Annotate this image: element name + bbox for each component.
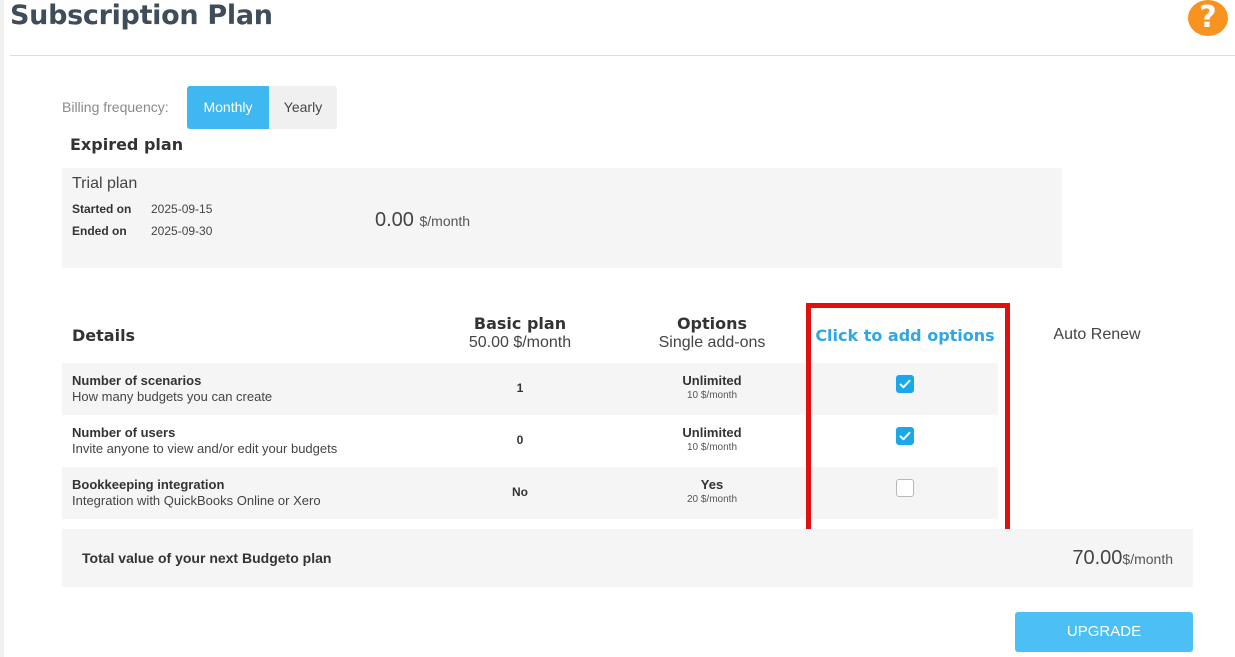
details-column-header: Details (72, 326, 136, 345)
row-basic-value: 1 (516, 381, 524, 395)
started-on-value: 2025-09-15 (151, 202, 213, 216)
row-option: Unlimited 10 $/month (652, 373, 772, 401)
subscription-page: Subscription Plan ? Billing frequency: M… (0, 0, 1235, 657)
billing-yearly-button[interactable]: Yearly (269, 86, 337, 129)
row-description: How many budgets you can create (72, 389, 273, 404)
billing-frequency-label: Billing frequency: (62, 99, 169, 115)
bookkeeping-option-checkbox[interactable] (896, 479, 914, 497)
title-divider (10, 55, 1235, 56)
left-edge-strip (0, 0, 4, 657)
expired-plan-heading: Expired plan (70, 135, 184, 154)
trial-price-unit: $/month (419, 213, 471, 229)
table-row: Number of scenarios How many budgets you… (62, 363, 998, 415)
row-option-value: Unlimited (682, 425, 742, 440)
expired-plan-card: Trial plan Started on 2025-09-15 Ended o… (62, 168, 1062, 268)
trial-plan-price: 0.00 $/month (375, 209, 470, 232)
table-row: Number of users Invite anyone to view an… (62, 415, 998, 467)
checkmark-icon (899, 379, 911, 389)
row-option-price: 10 $/month (686, 442, 738, 453)
trial-price-amount: 0.00 (375, 209, 414, 231)
row-title: Number of users (72, 425, 176, 440)
ended-on-value: 2025-09-30 (151, 224, 213, 238)
trial-plan-name: Trial plan (72, 175, 138, 192)
page-title: Subscription Plan (10, 0, 273, 31)
scenarios-option-checkbox[interactable] (896, 375, 914, 393)
basic-plan-price: 50.00 $/month (468, 334, 572, 351)
table-row: Bookkeeping integration Integration with… (62, 467, 998, 519)
ended-on-label: Ended on (72, 224, 127, 238)
row-title: Bookkeeping integration (72, 477, 225, 492)
row-option: Yes 20 $/month (652, 477, 772, 505)
row-description: Integration with QuickBooks Online or Xe… (72, 493, 321, 508)
row-option-price: 10 $/month (686, 390, 738, 401)
row-option-price: 20 $/month (686, 494, 738, 505)
basic-plan-title: Basic plan (473, 314, 567, 333)
row-title: Number of scenarios (72, 373, 202, 388)
row-basic-value: 0 (516, 433, 524, 447)
click-to-add-options-header[interactable]: Click to add options (812, 326, 998, 345)
row-option: Unlimited 10 $/month (652, 425, 772, 453)
users-option-checkbox[interactable] (896, 427, 914, 445)
row-basic-value: No (512, 485, 528, 499)
options-subtitle: Single add-ons (658, 334, 766, 351)
total-bar: Total value of your next Budgeto plan 70… (62, 529, 1193, 587)
total-price: 70.00$/month (1072, 547, 1173, 570)
billing-monthly-button[interactable]: Monthly (187, 86, 269, 129)
checkmark-icon (899, 431, 911, 441)
started-on-label: Started on (72, 202, 132, 216)
options-title: Options (676, 314, 748, 333)
row-option-value: Yes (700, 477, 724, 492)
total-price-amount: 70.00 (1072, 547, 1123, 569)
row-description: Invite anyone to view and/or edit your b… (72, 441, 338, 456)
total-label: Total value of your next Budgeto plan (82, 550, 332, 566)
options-column-header: Options Single add-ons (632, 314, 792, 352)
question-mark-icon[interactable]: ? (1188, 0, 1228, 36)
auto-renew-header: Auto Renew (1053, 326, 1141, 343)
basic-plan-column-header: Basic plan 50.00 $/month (440, 314, 600, 352)
total-price-unit: $/month (1122, 551, 1173, 567)
upgrade-button[interactable]: UPGRADE (1015, 612, 1193, 652)
row-option-value: Unlimited (682, 373, 742, 388)
